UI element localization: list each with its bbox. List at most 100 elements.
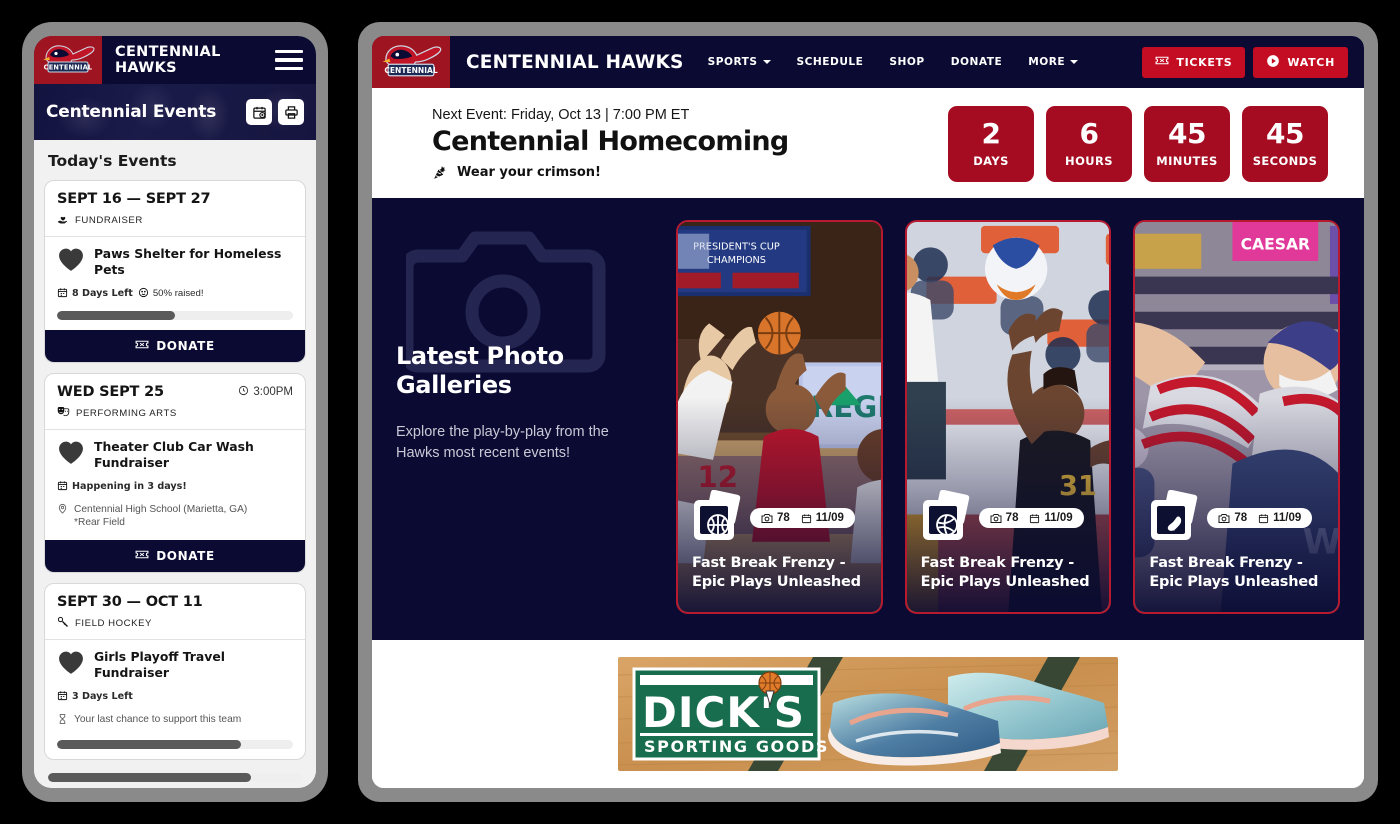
countdown-value: 45 — [1266, 117, 1304, 150]
gallery-sport-badge — [1149, 489, 1203, 544]
gallery-date: 11/09 — [1258, 512, 1301, 524]
event-meta-text: Happening in 3 days! — [72, 481, 187, 492]
heart-icon — [57, 650, 85, 680]
mobile-hero-banner: Centennial Events — [34, 84, 316, 140]
gallery-title: Fast Break Frenzy - Epic Plays Unleashed — [920, 555, 1090, 591]
next-event-line: Next Event: Friday, Oct 13 | 7:00 PM ET — [432, 107, 690, 123]
gallery-sport-badge — [692, 489, 746, 544]
mobile-events-list[interactable]: Today's Events SEPT 16 — SEPT 27 FUNDRAIS… — [34, 140, 316, 788]
svg-text:SPORTING GOODS: SPORTING GOODS — [644, 737, 829, 756]
event-meta-text: 3 Days Left — [72, 691, 133, 703]
event-title-row: Theater Club Car Wash Fundraiser — [57, 439, 293, 471]
event-meta-item: 50% raised! — [138, 287, 204, 301]
countdown-value: 45 — [1168, 117, 1206, 150]
nav-link-sports[interactable]: SPORTS — [708, 56, 771, 68]
event-card[interactable]: SEPT 30 — OCT 11 FIELD HOCKEY Girls Playof… — [44, 583, 306, 760]
svg-text:CENTENNIAL: CENTENNIAL — [384, 66, 437, 75]
ticket-icon — [135, 549, 149, 563]
dicks-sporting-goods-ad[interactable]: DICK'S SPORTING GOODS — [618, 657, 1118, 771]
gallery-card[interactable]: CAESAR W 7811/09Fast Break Frenzy - Epic… — [1133, 220, 1341, 614]
event-location-text: Centennial High School (Marietta, GA) *Re… — [74, 503, 248, 529]
nav-link-shop[interactable]: SHOP — [889, 56, 924, 68]
event-card[interactable]: WED SEPT 25 3:00PM PERFORMING ARTS Theater … — [44, 372, 306, 574]
mobile-brand-title: CENTENNIAL HAWKS — [115, 44, 221, 76]
watch-button[interactable]: WATCH — [1253, 46, 1348, 78]
camera-icon — [990, 513, 1002, 524]
gallery-card[interactable]: REGIONS PRESIDENT'S CUP CHAMPIONS 12 781… — [676, 220, 883, 614]
mobile-screen: CENTENNIAL CENTENNIAL HAWKS Centennial E… — [34, 36, 316, 788]
countdown-unit: SECONDS — [1252, 154, 1318, 168]
heart-icon — [57, 247, 85, 277]
tickets-label: TICKETS — [1176, 55, 1233, 69]
countdown-hours: 6 HOURS — [1046, 106, 1132, 182]
nav-link-schedule[interactable]: SCHEDULE — [797, 56, 864, 68]
calendar-icon — [57, 690, 68, 704]
countdown-value: 2 — [981, 117, 1001, 150]
desktop-logo[interactable]: CENTENNIAL — [372, 36, 450, 88]
event-card[interactable]: SEPT 16 — SEPT 27 FUNDRAISER Paws Shelter … — [44, 180, 306, 363]
print-icon[interactable] — [278, 99, 304, 125]
tickets-button[interactable]: TICKETS — [1142, 46, 1246, 78]
galleries-description: Explore the play-by-play from the Hawks … — [396, 423, 609, 462]
event-title-row: Girls Playoff Travel Fundraiser — [57, 649, 293, 681]
event-category-label: PERFORMING ARTS — [76, 407, 177, 419]
galleries-intro: Latest Photo Galleries Explore the play-… — [396, 220, 656, 614]
event-category: FIELD HOCKEY — [57, 616, 293, 631]
nav-link-label: DONATE — [950, 56, 1003, 68]
desktop-cta-group: TICKETS WATCH — [1142, 46, 1364, 78]
ticket-icon — [135, 339, 149, 353]
event-location-text: Your last chance to support this team — [74, 713, 242, 725]
mobile-hero-title: Centennial Events — [46, 102, 217, 122]
event-meta-text: 50% raised! — [152, 288, 204, 300]
svg-text:CENTENNIAL: CENTENNIAL — [44, 64, 93, 72]
gallery-cards: REGIONS PRESIDENT'S CUP CHAMPIONS 12 781… — [676, 220, 1341, 614]
event-date-row: SEPT 16 — SEPT 27 — [57, 191, 293, 207]
nav-link-more[interactable]: MORE — [1028, 56, 1079, 68]
countdown-minutes: 45 MINUTES — [1144, 106, 1230, 182]
photo-count: 78 — [761, 512, 790, 524]
event-date: WED SEPT 25 — [57, 383, 164, 400]
chevron-down-icon — [762, 60, 771, 64]
event-meta-text: 8 Days Left — [72, 288, 133, 300]
event-card-header: SEPT 16 — SEPT 27 FUNDRAISER — [45, 181, 305, 236]
confetti-icon — [434, 166, 446, 179]
calendar-add-icon[interactable] — [246, 99, 272, 125]
event-time: 3:00PM — [238, 385, 293, 399]
photo-galleries-section: Latest Photo Galleries Explore the play-… — [372, 198, 1364, 640]
hourglass-icon — [57, 713, 68, 730]
mobile-scrollbar[interactable] — [48, 773, 302, 782]
nav-link-donate[interactable]: DONATE — [951, 56, 1003, 68]
event-category-label: FIELD HOCKEY — [75, 618, 152, 630]
countdown-info: Next Event: Friday, Oct 13 | 7:00 PM ET … — [372, 107, 948, 181]
watch-label: WATCH — [1287, 55, 1335, 69]
event-date: SEPT 30 — OCT 11 — [57, 594, 203, 611]
event-date-row: SEPT 30 — OCT 11 — [57, 594, 293, 610]
theater-masks-icon — [57, 406, 70, 421]
calendar-sm-icon — [1258, 513, 1269, 524]
event-meta-row: 8 Days Left 50% raised! — [57, 287, 293, 301]
donate-button[interactable]: DONATE — [45, 540, 305, 573]
mobile-logo[interactable]: CENTENNIAL — [34, 36, 102, 84]
gallery-title: Fast Break Frenzy - Epic Plays Unleashed — [1149, 555, 1319, 591]
heart-icon — [57, 440, 85, 470]
event-name: Theater Club Car Wash Fundraiser — [94, 438, 254, 470]
hand-heart-icon — [57, 213, 69, 228]
event-card-body: Paws Shelter for Homeless Pets 8 Days Lef… — [45, 237, 305, 330]
gallery-card[interactable]: NG 31 5 7811/09Fast Break Frenzy - Epic … — [904, 220, 1112, 614]
countdown-unit: MINUTES — [1156, 154, 1218, 168]
field-hockey-icon — [57, 616, 69, 631]
hamburger-icon[interactable] — [270, 49, 316, 71]
calendar-icon — [57, 287, 68, 301]
gallery-title: Fast Break Frenzy - Epic Plays Unleashed — [692, 555, 861, 591]
desktop-screen: CENTENNIAL CENTENNIAL HAWKS SPORTS SCHEDU… — [372, 36, 1364, 788]
desktop-top-nav: CENTENNIAL CENTENNIAL HAWKS SPORTS SCHEDU… — [372, 36, 1364, 88]
donate-button[interactable]: DONATE — [45, 329, 305, 362]
mobile-device-frame: CENTENNIAL CENTENNIAL HAWKS Centennial E… — [22, 22, 328, 802]
countdown-banner: Next Event: Friday, Oct 13 | 7:00 PM ET … — [372, 88, 1364, 198]
event-meta-item: 8 Days Left — [57, 287, 133, 301]
event-title: Centennial Homecoming — [432, 126, 789, 157]
svg-text:DICK'S: DICK'S — [642, 688, 805, 737]
event-location: Your last chance to support this team — [57, 713, 293, 730]
hawk-mascot-icon: CENTENNIAL — [43, 45, 95, 73]
play-circle-icon — [1266, 54, 1280, 71]
